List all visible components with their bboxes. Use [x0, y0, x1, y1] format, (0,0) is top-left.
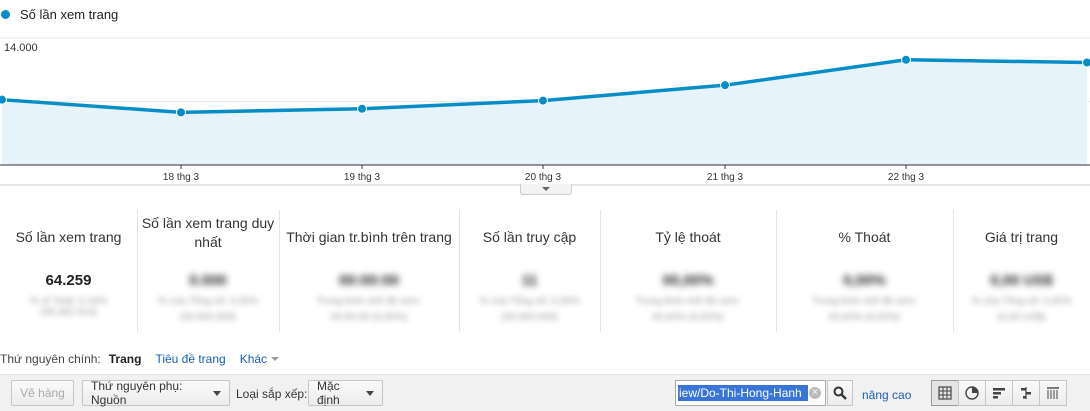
- series-color-dot: [1, 10, 10, 19]
- metric-subtext: 00,00% (0,00%): [600, 312, 776, 323]
- metric-label: Số lần xem trang: [0, 228, 137, 247]
- x-tick-label: 22 thg 3: [888, 172, 925, 183]
- sort-type-value: Mặc định: [317, 379, 358, 407]
- metric-subtext: % của Tổng số: 0,00%: [953, 296, 1090, 307]
- x-tick-label: 20 thg 3: [525, 172, 562, 183]
- clear-icon[interactable]: ×: [809, 387, 821, 399]
- data-point: [902, 55, 911, 64]
- table-grid-icon: [938, 386, 952, 400]
- metric-avg-time-on-page[interactable]: Thời gian tr.bình trên trang 00:00:00 Tr…: [279, 206, 459, 332]
- view-table-button[interactable]: [931, 380, 959, 406]
- primary-dimension-label: Thứ nguyên chính:: [0, 352, 101, 366]
- legend-series-name: Số lần xem trang: [20, 7, 118, 22]
- search-button[interactable]: [827, 380, 853, 406]
- metric-value: 11: [459, 272, 600, 289]
- x-tick-label: 19 thg 3: [344, 172, 381, 183]
- secondary-dimension-label: Thứ nguyên phụ: Nguồn: [91, 379, 205, 407]
- table-toolbar: Vẽ hàng Thứ nguyên phụ: Nguồn Loại sắp x…: [0, 374, 1090, 411]
- metric-subtext: (00.000.000): [137, 312, 279, 323]
- metric-label: Giá trị trang: [953, 228, 1090, 247]
- metric-value: 64.259: [0, 272, 137, 289]
- metric-bounce-rate[interactable]: Tỷ lệ thoát 00,00% Trung bình chế độ xem…: [600, 206, 776, 332]
- view-pivot-button[interactable]: [1039, 380, 1067, 406]
- metric-label: Số lần truy cập: [459, 228, 600, 247]
- chart-legend[interactable]: Số lần xem trang: [0, 4, 118, 24]
- x-tick-label: 18 thg 3: [163, 172, 200, 183]
- pie-chart-icon: [965, 386, 979, 400]
- dimension-page[interactable]: Trang: [109, 352, 142, 366]
- plot-rows-button[interactable]: Vẽ hàng: [11, 380, 74, 406]
- line-chart: 14.0007.00018 thg 319 thg 320 thg 321 th…: [0, 28, 1090, 188]
- metric-value: 0,00%: [776, 272, 953, 289]
- metric-label: Thời gian tr.bình trên trang: [279, 228, 459, 247]
- metric-subtext: Trung bình chế độ xem:: [600, 296, 776, 307]
- metric-label: Tỷ lệ thoát: [600, 228, 776, 247]
- data-point: [1083, 58, 1090, 67]
- comparison-icon: [1019, 386, 1033, 400]
- metric-subtext: % của Tổng số: 0,00%: [137, 296, 279, 307]
- metric-value: 0.000: [137, 272, 279, 289]
- metric-label: % Thoát: [776, 228, 953, 247]
- bar-chart-icon: [992, 386, 1006, 400]
- metrics-scorecard: Số lần xem trang 64.259 % of Total: 0,16…: [0, 206, 1090, 332]
- metric-value: 0,00 US$: [953, 272, 1090, 289]
- data-point: [0, 95, 7, 104]
- primary-dimension-bar: Thứ nguyên chính: Trang Tiêu đề trang Kh…: [0, 352, 279, 366]
- view-pie-button[interactable]: [958, 380, 986, 406]
- chevron-down-icon: [213, 391, 221, 396]
- metric-exit-rate[interactable]: % Thoát 0,00% Trung bình chế độ xem: 00,…: [776, 206, 953, 332]
- chevron-down-icon: [366, 391, 374, 396]
- advanced-filter-link[interactable]: nâng cao: [862, 388, 911, 402]
- metric-subtext: (00.000.000): [459, 312, 600, 323]
- secondary-dimension-dropdown[interactable]: Thứ nguyên phụ: Nguồn: [82, 380, 230, 406]
- search-icon: [833, 386, 847, 400]
- table-view-switcher: [932, 380, 1067, 406]
- table-filter-input[interactable]: iew/Do-Thi-Hong-Hanh ×: [675, 380, 826, 406]
- metric-pageviews[interactable]: Số lần xem trang 64.259 % of Total: 0,16…: [0, 206, 137, 332]
- metric-subtext: Trung bình chế độ xem:: [776, 296, 953, 307]
- data-point: [177, 108, 186, 117]
- metric-subtext: % của Tổng số: 0,00%: [459, 296, 600, 307]
- data-point: [721, 81, 730, 90]
- metric-subtext: Trung bình chế độ xem:: [279, 296, 459, 307]
- filter-input-value: iew/Do-Thi-Hong-Hanh: [678, 385, 808, 401]
- sort-type-dropdown[interactable]: Mặc định: [308, 380, 383, 406]
- view-performance-button[interactable]: [985, 380, 1013, 406]
- dimension-other-dropdown[interactable]: Khác: [240, 352, 279, 366]
- metric-subtext: (0,00 US$): [953, 312, 1090, 323]
- data-point: [358, 104, 367, 113]
- pivot-icon: [1046, 386, 1060, 400]
- x-tick-label: 21 thg 3: [707, 172, 744, 183]
- metric-entrances[interactable]: Số lần truy cập 11 % của Tổng số: 0,00% …: [459, 206, 600, 332]
- metric-unique-pageviews[interactable]: Số lần xem trang duy nhất 0.000 % của Tổ…: [137, 206, 279, 332]
- chevron-down-icon: [542, 187, 550, 191]
- dimension-other-label: Khác: [240, 352, 267, 366]
- metric-value: 00,00%: [600, 272, 776, 289]
- metric-value: 00:00:00: [279, 272, 459, 289]
- metric-label: Số lần xem trang duy nhất: [137, 214, 279, 252]
- chevron-down-icon: [271, 357, 279, 361]
- metric-subtext: % of Total: 0,16% (39.282.914): [0, 296, 137, 318]
- sort-type-label: Loại sắp xếp:: [236, 387, 307, 401]
- metric-subtext: 00:00:00 (0,00%): [279, 312, 459, 323]
- y-tick-label: 14.000: [4, 42, 38, 54]
- data-point: [539, 96, 548, 105]
- dimension-page-title-link[interactable]: Tiêu đề trang: [155, 352, 225, 366]
- metric-subtext: 00,00% (0,00%): [776, 312, 953, 323]
- metric-page-value[interactable]: Giá trị trang 0,00 US$ % của Tổng số: 0,…: [953, 206, 1090, 332]
- view-comparison-button[interactable]: [1012, 380, 1040, 406]
- chart-collapse-toggle[interactable]: [520, 184, 572, 195]
